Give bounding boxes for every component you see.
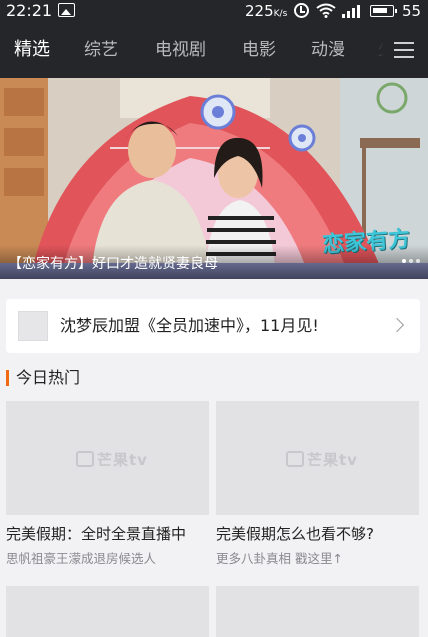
- video-thumbnail: [6, 586, 209, 637]
- hero-banner[interactable]: 恋家有方 【恋家有方】好口才造就贤妻良母: [0, 78, 428, 279]
- video-card[interactable]: 芒果tv 完美假期怎么也看不够? 更多八卦真相 戳这里↑: [216, 401, 419, 567]
- network-speed-value: 225: [245, 2, 274, 20]
- chevron-right-icon: [389, 317, 405, 333]
- signal-icon: [342, 5, 360, 18]
- section-title-text: 今日热门: [16, 368, 81, 387]
- tab-featured[interactable]: 精选: [14, 22, 50, 78]
- video-card[interactable]: 芒果tv 完美假期：全时全景直播中 思帆祖豪王濛成退房候选人: [6, 401, 209, 567]
- battery-icon: [370, 5, 397, 17]
- banner-dot: [416, 259, 420, 263]
- video-card[interactable]: [6, 586, 209, 637]
- mango-tv-logo-text: 芒果tv: [97, 451, 148, 469]
- wifi-icon: [316, 3, 336, 18]
- mango-tv-logo: 芒果tv: [76, 449, 148, 470]
- announcement-text: 沈梦辰加盟《全员加速中》，11月见!: [60, 316, 319, 335]
- tab-movies[interactable]: 电影: [242, 22, 276, 78]
- video-thumbnail: 芒果tv: [6, 401, 209, 515]
- banner-caption: 【恋家有方】好口才造就贤妻良母: [8, 256, 218, 272]
- mango-tv-logo-text: 芒果tv: [307, 451, 358, 469]
- video-subtitle: 更多八卦真相 戳这里↑: [216, 551, 343, 566]
- mango-tv-logo: 芒果tv: [286, 449, 358, 470]
- tab-variety[interactable]: 综艺: [84, 22, 118, 78]
- section-title: 今日热门: [6, 366, 80, 390]
- video-card[interactable]: [216, 586, 419, 637]
- banner-dot: [409, 259, 413, 263]
- status-time: 22:21: [6, 1, 53, 20]
- video-title: 完美假期：全时全景直播中: [6, 525, 187, 543]
- image-icon: [58, 3, 75, 17]
- video-subtitle: 思帆祖豪王濛成退房候选人: [6, 551, 157, 566]
- menu-icon[interactable]: [394, 42, 414, 58]
- video-title: 完美假期怎么也看不够?: [216, 525, 374, 543]
- tab-anime[interactable]: 动漫: [311, 22, 345, 78]
- battery-level: 55: [402, 2, 422, 20]
- section-accent-bar: [6, 370, 9, 386]
- tv-icon: [286, 451, 304, 467]
- tab-tv-series[interactable]: 电视剧: [155, 22, 206, 78]
- network-speed-unit: K/s: [273, 9, 288, 19]
- video-thumbnail: [216, 586, 419, 637]
- status-bar: 22:21 225K/s 55: [0, 0, 428, 22]
- announcement-card[interactable]: 沈梦辰加盟《全员加速中》，11月见!: [6, 299, 420, 353]
- alarm-icon: [294, 3, 309, 18]
- video-thumbnail: 芒果tv: [216, 401, 419, 515]
- banner-dot: [402, 259, 406, 263]
- banner-pagination: [399, 248, 420, 267]
- category-tabs: 精选 综艺 电视剧 电影 动漫 少: [0, 22, 428, 78]
- announcement-thumbnail: [18, 311, 48, 341]
- tv-icon: [76, 451, 94, 467]
